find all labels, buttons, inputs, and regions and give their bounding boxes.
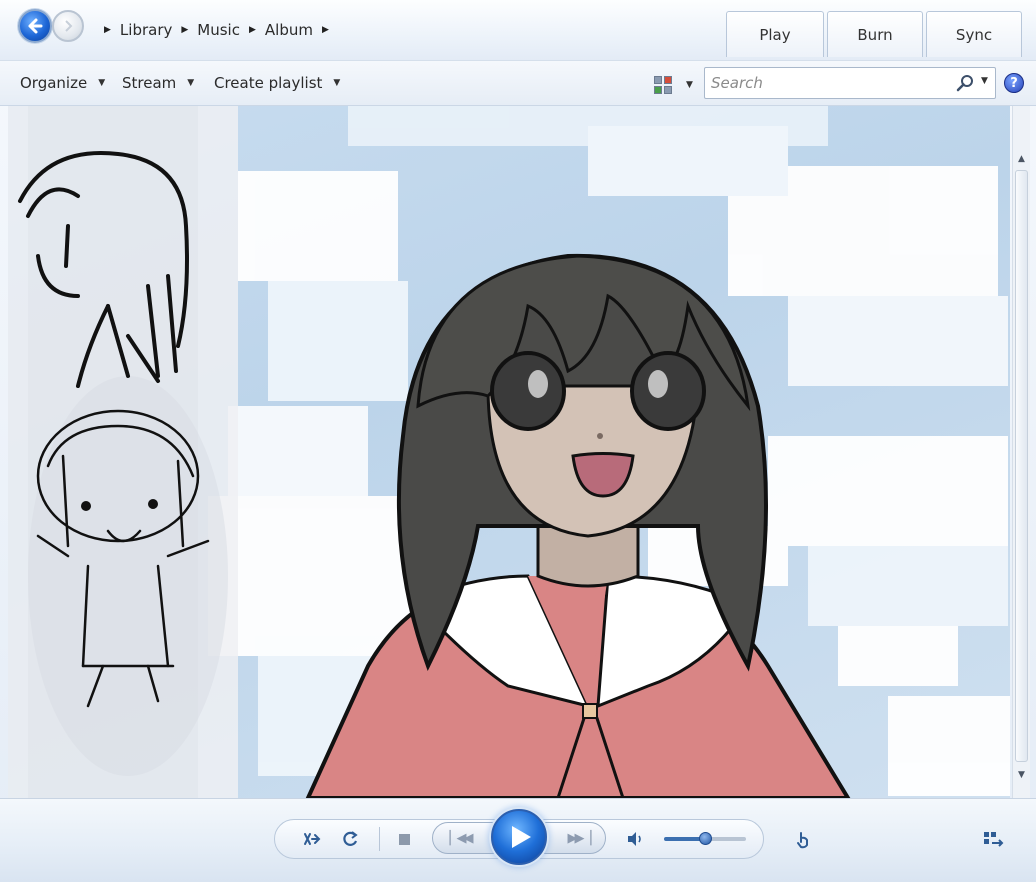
pane-tabs: Play Burn Sync	[726, 11, 1022, 57]
command-toolbar: Organize ▼ Stream ▼ Create playlist ▼ ▼ …	[0, 60, 1036, 106]
touch-button[interactable]	[792, 829, 814, 851]
breadcrumb-music[interactable]: Music	[197, 21, 240, 39]
repeat-button[interactable]	[338, 827, 362, 851]
back-button[interactable]	[18, 9, 52, 43]
media-player-window: ▶ Library ▶ Music ▶ Album ▶ Play Burn Sy…	[0, 0, 1036, 882]
organize-menu[interactable]: Organize ▼	[20, 74, 105, 92]
organize-label: Organize	[20, 74, 88, 92]
vertical-scrollbar[interactable]: ▲ ▼	[1012, 106, 1030, 798]
chevron-down-icon: ▼	[98, 78, 106, 88]
shuffle-icon	[304, 833, 321, 845]
visualization-pane	[8, 106, 1010, 798]
navigation-bar: ▶ Library ▶ Music ▶ Album ▶ Play Burn Sy…	[0, 0, 1036, 60]
breadcrumb-separator: ▶	[104, 25, 111, 35]
scroll-down-icon[interactable]: ▼	[1013, 766, 1030, 784]
breadcrumb-library[interactable]: Library	[120, 21, 172, 39]
scroll-up-icon[interactable]: ▲	[1013, 150, 1030, 168]
view-options-button[interactable]: ▼	[654, 73, 698, 97]
play-icon	[512, 826, 531, 848]
view-options-icon	[654, 76, 672, 94]
chevron-down-icon: ▼	[187, 78, 195, 88]
touch-icon	[797, 832, 808, 849]
tab-burn[interactable]: Burn	[827, 11, 923, 57]
search-icon[interactable]	[955, 73, 975, 93]
breadcrumb: ▶ Library ▶ Music ▶ Album ▶	[100, 17, 338, 43]
mute-button[interactable]	[624, 828, 646, 850]
stop-icon	[398, 833, 410, 845]
stream-label: Stream	[122, 74, 177, 92]
switch-view-icon	[984, 832, 1004, 847]
switch-to-library-button[interactable]	[982, 829, 1006, 851]
volume-thumb[interactable]	[699, 832, 712, 845]
shuffle-button[interactable]	[300, 827, 324, 851]
breadcrumb-separator[interactable]: ▶	[322, 25, 329, 35]
stream-menu[interactable]: Stream ▼	[122, 74, 194, 92]
breadcrumb-album[interactable]: Album	[265, 21, 313, 39]
volume-icon	[628, 832, 641, 846]
create-playlist-menu[interactable]: Create playlist ▼	[214, 74, 340, 92]
chevron-down-icon: ▼	[333, 78, 341, 88]
search-box: ▼	[704, 67, 996, 99]
forward-button[interactable]	[52, 10, 84, 42]
next-icon: ▶▶▕	[567, 830, 592, 846]
chevron-down-icon: ▼	[686, 80, 693, 90]
back-icon	[28, 18, 43, 34]
breadcrumb-separator[interactable]: ▶	[181, 25, 188, 35]
search-input[interactable]	[705, 68, 957, 98]
previous-icon: ▏◀◀	[449, 830, 474, 846]
play-button[interactable]	[491, 809, 547, 865]
breadcrumb-separator[interactable]: ▶	[249, 25, 256, 35]
sketch-panel	[8, 106, 238, 798]
repeat-icon	[343, 831, 358, 846]
forward-icon	[65, 20, 73, 32]
transport-divider	[379, 827, 380, 851]
tab-play[interactable]: Play	[726, 11, 824, 57]
album-artwork	[8, 106, 1010, 798]
stop-button[interactable]	[396, 831, 412, 847]
transport-controls: ▏◀◀ ▶▶▕	[0, 798, 1036, 882]
volume-slider[interactable]	[664, 832, 746, 845]
tab-sync[interactable]: Sync	[926, 11, 1022, 57]
help-icon[interactable]: ?	[1004, 73, 1024, 93]
chevron-down-icon[interactable]: ▼	[981, 76, 988, 86]
scroll-thumb[interactable]	[1015, 170, 1028, 762]
create-playlist-label: Create playlist	[214, 74, 323, 92]
